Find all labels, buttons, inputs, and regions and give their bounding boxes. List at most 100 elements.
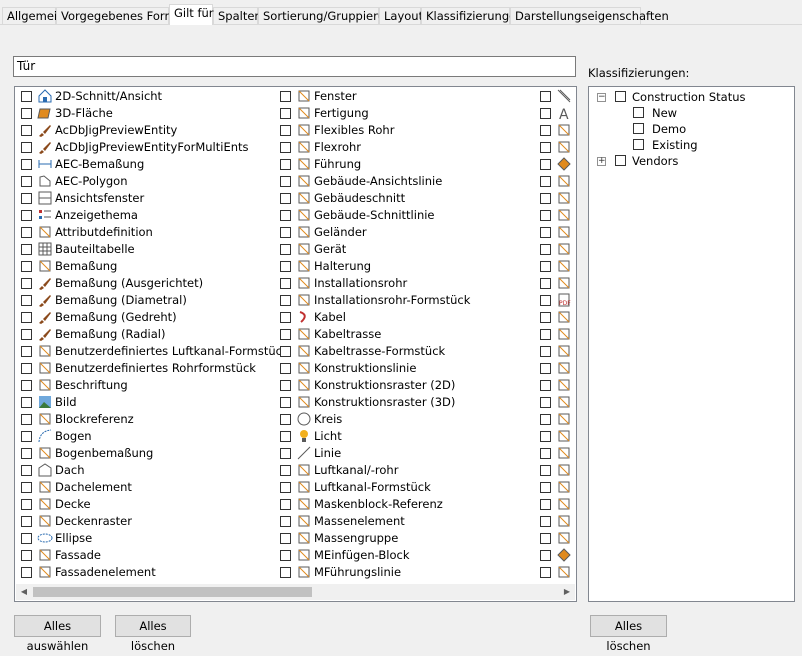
- item-checkbox[interactable]: [280, 346, 291, 357]
- item-checkbox[interactable]: [280, 414, 291, 425]
- tree-expander-icon[interactable]: −: [597, 93, 606, 102]
- item-checkbox[interactable]: [540, 312, 551, 323]
- item-checkbox[interactable]: [21, 363, 32, 374]
- item-checkbox[interactable]: [280, 210, 291, 221]
- filter-input[interactable]: Tür: [13, 56, 576, 77]
- item-checkbox[interactable]: [280, 159, 291, 170]
- item-checkbox[interactable]: [280, 516, 291, 527]
- item-checkbox[interactable]: [280, 329, 291, 340]
- item-checkbox[interactable]: [21, 295, 32, 306]
- item-checkbox[interactable]: [540, 159, 551, 170]
- item-checkbox[interactable]: [540, 397, 551, 408]
- item-checkbox[interactable]: [540, 516, 551, 527]
- item-checkbox[interactable]: [21, 278, 32, 289]
- item-checkbox[interactable]: [21, 210, 32, 221]
- item-checkbox[interactable]: [540, 414, 551, 425]
- scroll-left-arrow[interactable]: ◀: [16, 584, 32, 600]
- item-checkbox[interactable]: [280, 380, 291, 391]
- item-checkbox[interactable]: [540, 482, 551, 493]
- tree-expander-icon[interactable]: +: [597, 157, 606, 166]
- item-checkbox[interactable]: [280, 397, 291, 408]
- item-checkbox[interactable]: [540, 108, 551, 119]
- tab-5[interactable]: Sortierung/Gruppierung: [258, 7, 400, 24]
- item-checkbox[interactable]: [21, 380, 32, 391]
- item-checkbox[interactable]: [280, 550, 291, 561]
- item-checkbox[interactable]: [540, 448, 551, 459]
- scroll-right-arrow[interactable]: ▶: [559, 584, 575, 600]
- item-checkbox[interactable]: [21, 482, 32, 493]
- item-checkbox[interactable]: [280, 176, 291, 187]
- item-checkbox[interactable]: [540, 567, 551, 578]
- item-checkbox[interactable]: [21, 465, 32, 476]
- tree-checkbox[interactable]: [615, 155, 626, 166]
- item-checkbox[interactable]: [280, 363, 291, 374]
- item-checkbox[interactable]: [540, 380, 551, 391]
- item-checkbox[interactable]: [280, 244, 291, 255]
- item-checkbox[interactable]: [540, 329, 551, 340]
- item-checkbox[interactable]: [21, 533, 32, 544]
- item-checkbox[interactable]: [540, 176, 551, 187]
- item-checkbox[interactable]: [540, 465, 551, 476]
- tree-checkbox[interactable]: [633, 107, 644, 118]
- horizontal-scrollbar[interactable]: ◀ ▶: [16, 584, 575, 600]
- item-checkbox[interactable]: [280, 448, 291, 459]
- item-checkbox[interactable]: [21, 227, 32, 238]
- item-checkbox[interactable]: [280, 125, 291, 136]
- item-checkbox[interactable]: [21, 244, 32, 255]
- item-checkbox[interactable]: [540, 91, 551, 102]
- item-checkbox[interactable]: [21, 159, 32, 170]
- item-checkbox[interactable]: [21, 397, 32, 408]
- item-checkbox[interactable]: [280, 465, 291, 476]
- item-checkbox[interactable]: [21, 346, 32, 357]
- item-checkbox[interactable]: [280, 193, 291, 204]
- tree-checkbox[interactable]: [633, 123, 644, 134]
- item-checkbox[interactable]: [21, 108, 32, 119]
- tree-checkbox[interactable]: [633, 139, 644, 150]
- item-checkbox[interactable]: [280, 431, 291, 442]
- item-checkbox[interactable]: [21, 448, 32, 459]
- item-checkbox[interactable]: [21, 516, 32, 527]
- item-checkbox[interactable]: [540, 227, 551, 238]
- tab-7[interactable]: Klassifizierungen: [421, 7, 523, 24]
- item-checkbox[interactable]: [540, 142, 551, 153]
- item-checkbox[interactable]: [280, 261, 291, 272]
- item-checkbox[interactable]: [280, 533, 291, 544]
- item-checkbox[interactable]: [280, 227, 291, 238]
- item-checkbox[interactable]: [21, 312, 32, 323]
- item-checkbox[interactable]: [540, 244, 551, 255]
- item-checkbox[interactable]: [21, 329, 32, 340]
- item-checkbox[interactable]: [21, 142, 32, 153]
- tree-checkbox[interactable]: [615, 91, 626, 102]
- item-checkbox[interactable]: [540, 278, 551, 289]
- item-checkbox[interactable]: [21, 176, 32, 187]
- item-checkbox[interactable]: [280, 567, 291, 578]
- item-checkbox[interactable]: [540, 363, 551, 374]
- item-checkbox[interactable]: [21, 550, 32, 561]
- clear-all-button[interactable]: Alles löschen: [115, 615, 191, 653]
- item-checkbox[interactable]: [21, 431, 32, 442]
- tab-1[interactable]: Allgemein: [2, 7, 64, 24]
- item-checkbox[interactable]: [540, 533, 551, 544]
- item-checkbox[interactable]: [540, 346, 551, 357]
- item-checkbox[interactable]: [21, 567, 32, 578]
- item-checkbox[interactable]: [540, 499, 551, 510]
- item-checkbox[interactable]: [540, 550, 551, 561]
- classification-tree[interactable]: − Construction Status New Demo Existing + Vend…: [588, 86, 795, 602]
- item-checkbox[interactable]: [280, 482, 291, 493]
- item-checkbox[interactable]: [280, 278, 291, 289]
- tab-8[interactable]: Darstellungseigenschaften: [510, 7, 669, 24]
- scroll-thumb[interactable]: [33, 587, 312, 597]
- item-checkbox[interactable]: [540, 193, 551, 204]
- item-checkbox[interactable]: [540, 431, 551, 442]
- item-checkbox[interactable]: [280, 295, 291, 306]
- object-type-list[interactable]: 2D-Schnitt/Ansicht 3D-Fläche AcDbJigPrevie…: [14, 86, 577, 602]
- tab-6[interactable]: Layout: [379, 7, 423, 24]
- item-checkbox[interactable]: [280, 499, 291, 510]
- item-checkbox[interactable]: [21, 261, 32, 272]
- item-checkbox[interactable]: [540, 295, 551, 306]
- item-checkbox[interactable]: [280, 312, 291, 323]
- item-checkbox[interactable]: [540, 210, 551, 221]
- tab-2[interactable]: Vorgegebenes Format: [56, 7, 187, 24]
- item-checkbox[interactable]: [540, 261, 551, 272]
- item-checkbox[interactable]: [21, 414, 32, 425]
